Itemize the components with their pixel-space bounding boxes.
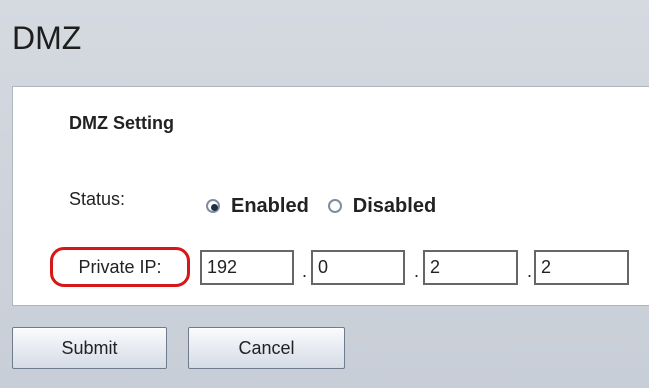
ip-separator-dot-2: .: [414, 261, 420, 281]
status-enabled-option[interactable]: Enabled: [206, 195, 309, 218]
private-ip-label: Private IP:: [50, 247, 190, 287]
dmz-settings-panel: DMZ Setting Status: Enabled Disabled Pri…: [12, 86, 649, 306]
enabled-label[interactable]: Enabled: [231, 195, 309, 218]
status-disabled-option[interactable]: Disabled: [327, 195, 436, 218]
disabled-radio-button[interactable]: [327, 199, 342, 213]
status-label: Status:: [69, 189, 126, 209]
private-ip-octet-4-input[interactable]: [534, 250, 629, 285]
action-button-bar: Submit Cancel: [0, 327, 649, 388]
section-title: DMZ Setting: [69, 113, 174, 133]
status-radio-group: Enabled Disabled: [206, 194, 455, 218]
enabled-radio-button[interactable]: [206, 199, 220, 213]
private-ip-octet-1-input[interactable]: [200, 250, 294, 285]
dmz-page: DMZ DMZ Setting Status: Enabled Disabled…: [0, 0, 649, 388]
private-ip-octet-2-input[interactable]: [311, 250, 405, 285]
ip-separator-dot-3: .: [527, 261, 533, 281]
disabled-label[interactable]: Disabled: [353, 195, 436, 218]
ip-separator-dot-1: .: [302, 261, 308, 281]
page-title: DMZ: [12, 20, 82, 56]
cancel-button[interactable]: Cancel: [188, 327, 345, 369]
submit-button[interactable]: Submit: [12, 327, 167, 369]
private-ip-octet-3-input[interactable]: [423, 250, 518, 285]
